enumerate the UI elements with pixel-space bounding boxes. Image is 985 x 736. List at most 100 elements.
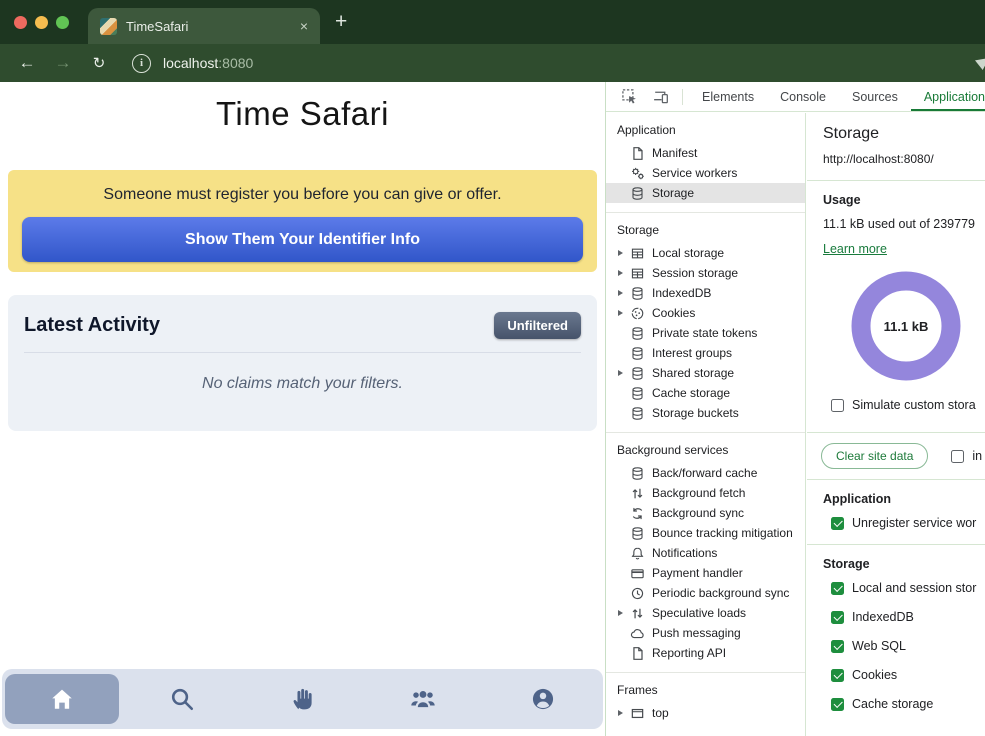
latest-activity-card: Latest Activity Unfiltered No claims mat… [8, 295, 597, 431]
devtools-tab-sources[interactable]: Sources [839, 82, 911, 111]
checkbox-checked-icon[interactable] [831, 611, 844, 624]
expander-icon[interactable] [618, 310, 629, 316]
expander-icon[interactable] [618, 370, 629, 376]
expander-icon[interactable] [618, 710, 629, 716]
tree-item-notifications[interactable]: Notifications [606, 543, 805, 563]
simulate-quota-checkbox-row[interactable]: Simulate custom stora [831, 398, 985, 412]
tab-close-icon[interactable]: × [300, 19, 308, 33]
checkbox-checked-icon[interactable] [831, 640, 844, 653]
tree-section-header: Background services [606, 443, 805, 463]
checkbox-row-cookies[interactable]: Cookies [831, 668, 985, 682]
devtools-tab-console[interactable]: Console [767, 82, 839, 111]
checkbox-row-cache-storage[interactable]: Cache storage [831, 697, 985, 711]
database-icon [630, 366, 645, 381]
expander-icon[interactable] [618, 290, 629, 296]
gears-icon [630, 166, 645, 181]
nav-search-button[interactable] [125, 674, 239, 724]
tree-item-storage-buckets[interactable]: Storage buckets [606, 403, 805, 423]
expander-icon[interactable] [618, 250, 629, 256]
tree-item-shared-storage[interactable]: Shared storage [606, 363, 805, 383]
latest-activity-title: Latest Activity [24, 314, 160, 337]
tree-item-label: Push messaging [652, 626, 741, 640]
checkbox-unchecked-icon[interactable] [951, 450, 964, 463]
zoom-window-button[interactable] [56, 16, 69, 29]
frame-icon [630, 706, 645, 721]
checkbox-checked-icon[interactable] [831, 698, 844, 711]
inspect-element-icon[interactable] [621, 88, 638, 105]
new-tab-button[interactable]: + [335, 10, 347, 34]
minimize-window-button[interactable] [35, 16, 48, 29]
reload-icon[interactable]: ↻ [88, 54, 110, 72]
expander-icon[interactable] [618, 610, 629, 616]
devtools-tab-application[interactable]: Application [911, 82, 985, 111]
close-window-button[interactable] [14, 16, 27, 29]
checkbox-checked-icon[interactable] [831, 517, 844, 530]
url-host: localhost [163, 55, 218, 71]
tree-item-top[interactable]: top [606, 703, 805, 723]
tree-item-label: Private state tokens [652, 326, 757, 340]
checkbox-row-web-sql[interactable]: Web SQL [831, 639, 985, 653]
tree-item-local-storage[interactable]: Local storage [606, 243, 805, 263]
database-icon [630, 466, 645, 481]
checkbox-unchecked-icon[interactable] [831, 399, 844, 412]
back-icon[interactable]: ← [16, 53, 38, 73]
sync-icon [630, 506, 645, 521]
tree-item-reporting-api[interactable]: Reporting API [606, 643, 805, 663]
tab-title: TimeSafari [126, 19, 300, 34]
checkbox-row-local-and-session-stor[interactable]: Local and session stor [831, 581, 985, 595]
checkbox-checked-icon[interactable] [831, 582, 844, 595]
checkbox-label: Cache storage [852, 697, 933, 711]
forward-icon[interactable]: → [52, 53, 74, 73]
checkbox-row-unregister-service-wor[interactable]: Unregister service wor [831, 516, 985, 530]
application-sidebar-tree: Application Manifest Service workers Storag… [606, 113, 806, 736]
clear-site-data-button[interactable]: Clear site data [821, 443, 928, 469]
page-title: Time Safari [0, 95, 605, 133]
tree-item-speculative-loads[interactable]: Speculative loads [606, 603, 805, 623]
devtools-tab-bar: ElementsConsoleSourcesApplication » [606, 82, 985, 112]
device-toolbar-icon[interactable] [652, 88, 669, 105]
tree-section-storage: StorageLocal storageSession storage Index… [606, 212, 805, 432]
checkbox-row-indexeddb[interactable]: IndexedDB [831, 610, 985, 624]
tree-section-application: Application Manifest Service workers Storag… [606, 113, 805, 212]
tree-item-bounce-tracking-mitigation[interactable]: Bounce tracking mitigation [606, 523, 805, 543]
tree-item-manifest[interactable]: Manifest [606, 143, 805, 163]
nav-profile-button[interactable] [486, 674, 600, 724]
show-identifier-button[interactable]: Show Them Your Identifier Info [22, 217, 583, 262]
learn-more-link[interactable]: Learn more [823, 242, 887, 256]
tree-item-cache-storage[interactable]: Cache storage [606, 383, 805, 403]
tree-item-indexeddb[interactable]: IndexedDB [606, 283, 805, 303]
tree-item-periodic-background-sync[interactable]: Periodic background sync [606, 583, 805, 603]
tree-item-payment-handler[interactable]: Payment handler [606, 563, 805, 583]
tree-item-label: Service workers [652, 166, 737, 180]
site-info-icon[interactable]: i [132, 54, 151, 73]
tree-item-cookies[interactable]: Cookies [606, 303, 805, 323]
tree-item-label: Periodic background sync [652, 586, 789, 600]
tree-section-header: Application [606, 123, 805, 143]
nav-home-button[interactable] [5, 674, 119, 724]
address-bar[interactable]: localhost:8080 [163, 55, 253, 71]
tree-item-label: Storage buckets [652, 406, 739, 420]
nav-people-button[interactable] [366, 674, 480, 724]
expander-icon[interactable] [618, 270, 629, 276]
browser-tab[interactable]: TimeSafari × [88, 8, 320, 44]
tree-item-interest-groups[interactable]: Interest groups [606, 343, 805, 363]
tree-item-label: IndexedDB [652, 286, 711, 300]
cloud-icon [630, 626, 645, 641]
tree-item-back-forward-cache[interactable]: Back/forward cache [606, 463, 805, 483]
tree-item-background-fetch[interactable]: Background fetch [606, 483, 805, 503]
unfiltered-button[interactable]: Unfiltered [494, 312, 581, 339]
database-icon [630, 186, 645, 201]
tree-item-label: Back/forward cache [652, 466, 757, 480]
tree-item-label: Manifest [652, 146, 697, 160]
tree-item-storage[interactable]: Storage [606, 183, 805, 203]
tree-item-service-workers[interactable]: Service workers [606, 163, 805, 183]
tree-item-push-messaging[interactable]: Push messaging [606, 623, 805, 643]
tree-item-private-state-tokens[interactable]: Private state tokens [606, 323, 805, 343]
tree-item-label: Interest groups [652, 346, 732, 360]
devtools-tab-elements[interactable]: Elements [689, 82, 767, 111]
checkbox-checked-icon[interactable] [831, 669, 844, 682]
tree-item-background-sync[interactable]: Background sync [606, 503, 805, 523]
tree-item-session-storage[interactable]: Session storage [606, 263, 805, 283]
nav-hand-button[interactable] [245, 674, 359, 724]
tree-section-header: Storage [606, 223, 805, 243]
